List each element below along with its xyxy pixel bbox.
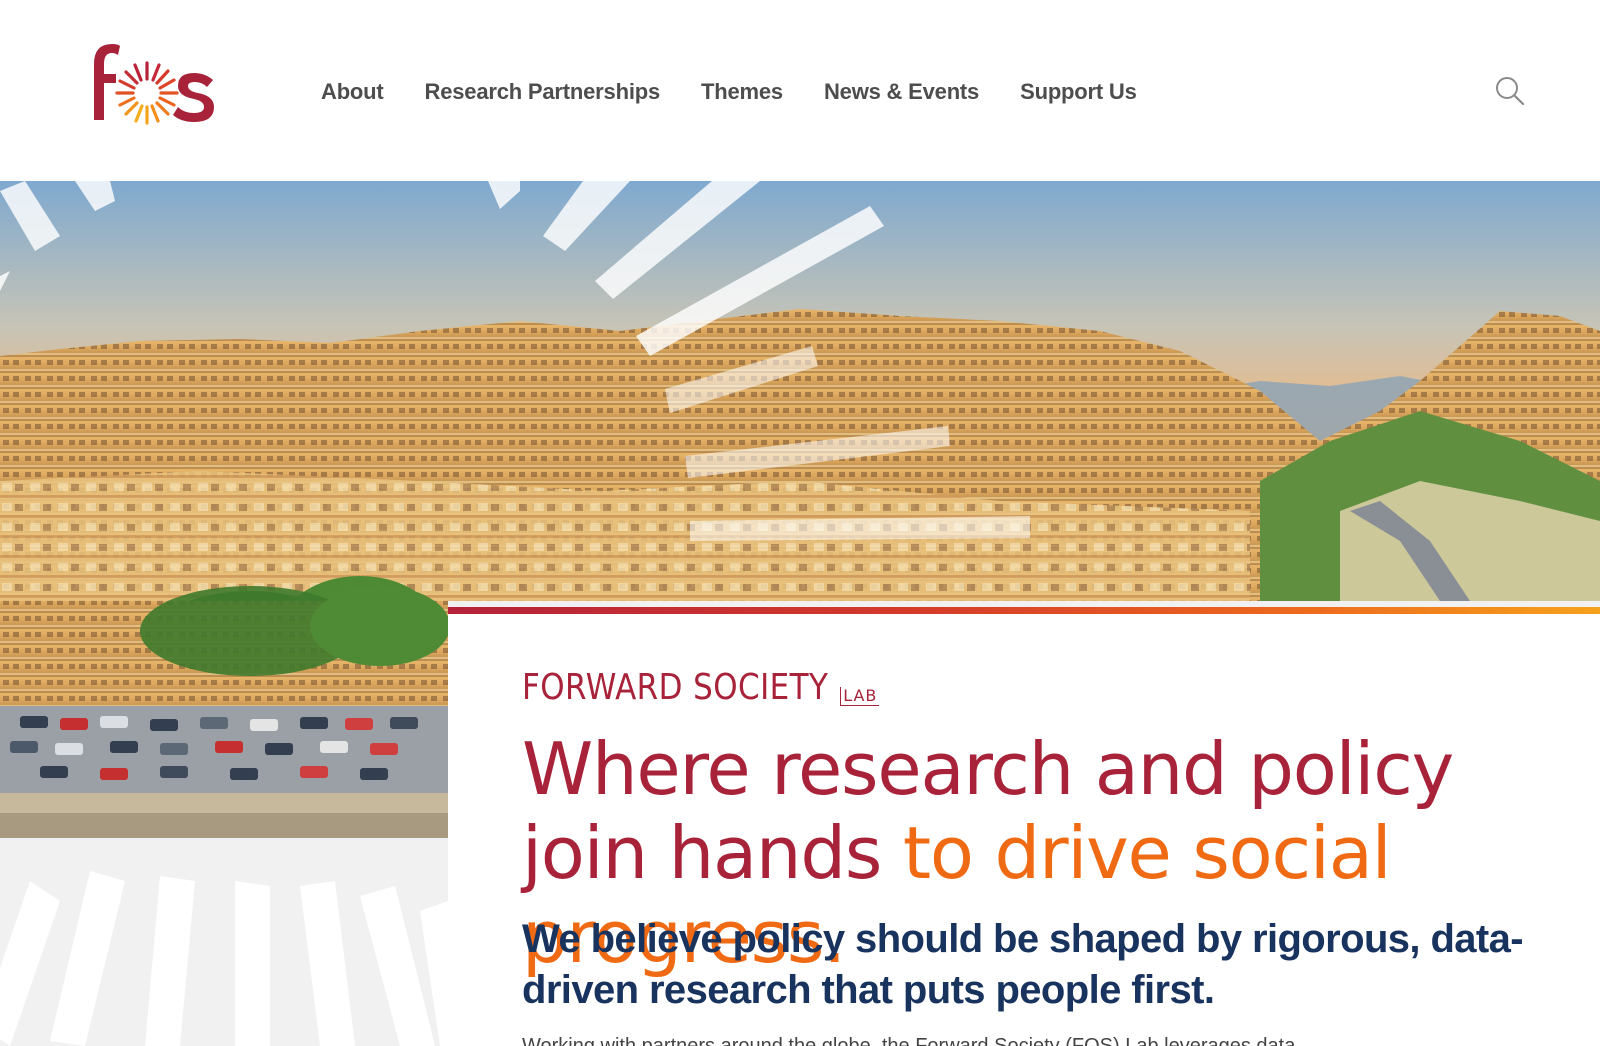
hero-section: FORWARD SOCIETY LAB Where research and p… [0,181,1600,1046]
sunburst-rays [115,61,179,125]
nav-item-support-us[interactable]: Support Us [1020,79,1137,105]
logo-s [173,73,214,122]
hero-subhead: We believe policy should be shaped by ri… [522,917,1524,1012]
forward-society-lab-wordmark: FORWARD SOCIETY LAB [522,667,880,708]
nav-item-news-events[interactable]: News & Events [824,79,979,105]
search-icon[interactable] [1494,75,1526,107]
nav-item-research-partnerships[interactable]: Research Partnerships [425,79,661,105]
nav-item-about[interactable]: About [321,79,384,105]
hero-body-text: Working with partners around the globe, … [522,1035,1296,1046]
hero-content-card: FORWARD SOCIETY LAB Where research and p… [448,607,1600,1046]
site-header: About Research Partnerships Themes News … [0,0,1600,181]
eyebrow-title: FORWARD SOCIETY [522,667,829,708]
gradient-accent-bar [448,607,1600,614]
main-nav: About Research Partnerships Themes News … [321,72,1178,112]
fos-logo[interactable] [74,36,224,144]
eyebrow-lab-tag: LAB [840,687,880,706]
nav-item-themes[interactable]: Themes [701,79,783,105]
logo-f [94,44,120,120]
